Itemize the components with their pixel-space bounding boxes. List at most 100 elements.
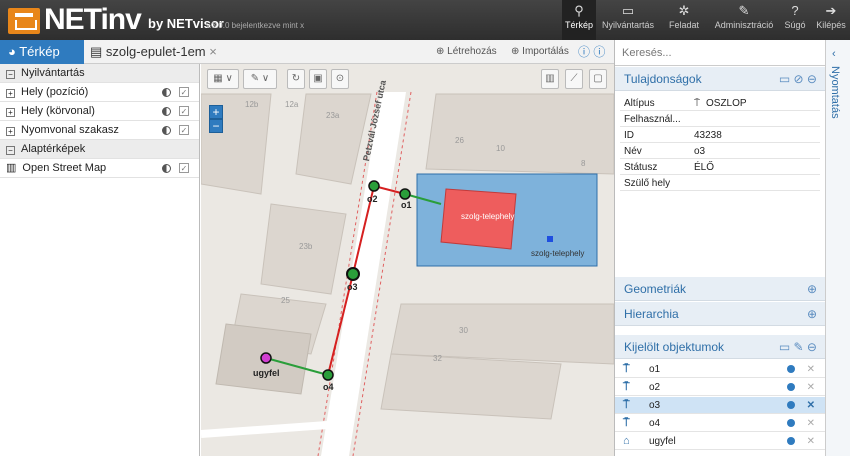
remove-icon[interactable]: ✕ bbox=[807, 379, 815, 396]
download-button[interactable]: ⊙ bbox=[331, 69, 349, 89]
import-button[interactable]: ⊕ Importálás bbox=[511, 40, 569, 64]
gear-icon: ✲ bbox=[678, 3, 690, 18]
layer-osm[interactable]: ▥ Open Street Map ✓ bbox=[0, 159, 199, 178]
selected-actions-icon[interactable]: ▭ ✎ ⊖ bbox=[779, 335, 817, 359]
locate-icon[interactable] bbox=[787, 401, 795, 409]
visibility-checkbox[interactable]: ✓ bbox=[179, 106, 189, 116]
properties-header[interactable]: Tulajdonságok ▭ ⊘ ⊖ bbox=[615, 67, 825, 91]
house-number: 25 bbox=[281, 296, 290, 305]
house-number: 8 bbox=[581, 159, 586, 168]
remove-icon[interactable]: ✕ bbox=[807, 361, 815, 378]
list-item[interactable]: ⍑ o2 ✕ bbox=[615, 379, 825, 396]
zoom-in-button[interactable]: + bbox=[209, 105, 223, 119]
visibility-checkbox[interactable]: ✓ bbox=[179, 163, 189, 173]
node-label-ugyfel: ugyfel bbox=[253, 368, 280, 378]
house-number: 30 bbox=[459, 326, 468, 335]
locate-icon[interactable] bbox=[787, 419, 795, 427]
building-tool-button[interactable]: ▥ bbox=[541, 69, 559, 89]
list-item-selected[interactable]: ⍑ o3 ✕ bbox=[615, 397, 825, 414]
node-o3 bbox=[346, 267, 360, 281]
pole-icon: ⍑ bbox=[623, 381, 630, 393]
building-label-blue: szolg-telephely bbox=[531, 249, 585, 258]
nav-terkep[interactable]: ⚲ Térkép bbox=[562, 0, 596, 40]
search-input[interactable]: Keresés... bbox=[615, 40, 825, 66]
hierarchy-header[interactable]: Hierarchia ⊕ bbox=[615, 302, 825, 326]
locate-icon[interactable] bbox=[787, 365, 795, 373]
pole-icon: ⍑ bbox=[694, 98, 700, 109]
visibility-checkbox[interactable]: ✓ bbox=[179, 125, 189, 135]
list-item[interactable]: ⌂ ugyfel ✕ bbox=[615, 433, 825, 450]
prop-row: Altípus ⍑ OSZLOP bbox=[620, 96, 820, 111]
prop-row: Státusz ÉLŐ bbox=[620, 160, 820, 175]
opacity-icon[interactable] bbox=[162, 107, 171, 116]
refresh-button[interactable]: ↻ bbox=[287, 69, 305, 89]
tab-bar: ◕ Térkép ▤ szolg-epulet-1em × ⊕ Létrehoz… bbox=[0, 40, 614, 64]
help-icon: ⓘ ⓘ bbox=[578, 45, 606, 59]
opacity-icon[interactable] bbox=[162, 126, 171, 135]
version-text: v.3.0.0 bejelentkezve mint x bbox=[206, 21, 305, 30]
nav-sugo[interactable]: ? Súgó bbox=[780, 0, 810, 40]
layer-group-nyilvantartas[interactable]: − Nyilvántartás bbox=[0, 64, 199, 83]
document-icon: ▤ bbox=[90, 44, 106, 59]
remove-icon[interactable]: ✕ bbox=[807, 397, 815, 414]
properties-actions-icon[interactable]: ▭ ⊘ ⊖ bbox=[779, 67, 817, 91]
home-icon: ⌂ bbox=[623, 435, 630, 447]
pole-icon: ⍑ bbox=[623, 417, 630, 429]
chevron-left-icon[interactable]: ‹ bbox=[832, 48, 836, 60]
add-icon[interactable]: ⊕ bbox=[807, 277, 817, 301]
opacity-icon[interactable] bbox=[162, 88, 171, 97]
add-icon[interactable]: ⊕ bbox=[807, 302, 817, 326]
wrench-icon: ✎ bbox=[738, 3, 750, 18]
pole-icon: ⍑ bbox=[623, 399, 630, 411]
plus-circle-icon: ⊕ bbox=[436, 46, 448, 57]
measure-button[interactable]: ⟋ bbox=[565, 69, 583, 89]
globe-icon: ◕ bbox=[8, 44, 20, 59]
opacity-icon[interactable] bbox=[162, 164, 171, 173]
camera-button[interactable]: ▣ bbox=[309, 69, 327, 89]
select-tool-button[interactable]: ✎ ∨ bbox=[243, 69, 277, 89]
geometries-header[interactable]: Geometriák ⊕ bbox=[615, 277, 825, 301]
list-item[interactable]: ⍑ o4 ✕ bbox=[615, 415, 825, 432]
remove-icon[interactable]: ✕ bbox=[807, 415, 815, 432]
expand-icon: + bbox=[6, 108, 15, 117]
collapse-icon: − bbox=[6, 70, 15, 79]
remove-icon[interactable]: ✕ bbox=[807, 433, 815, 450]
map-canvas bbox=[201, 64, 614, 456]
nav-adminisztracio[interactable]: ✎ Adminisztráció bbox=[710, 0, 778, 40]
layer-nyomvonal[interactable]: + Nyomvonal szakasz ✓ bbox=[0, 121, 199, 140]
create-button[interactable]: ⊕ Létrehozás bbox=[436, 40, 497, 64]
pole-icon: ⍑ bbox=[623, 363, 630, 375]
inbox-icon: ▭ bbox=[621, 3, 635, 18]
tab-terkep[interactable]: ◕ Térkép bbox=[0, 40, 84, 64]
layer-hely-pozicio[interactable]: + Hely (pozíció) ✓ bbox=[0, 83, 199, 102]
prop-row: ID 43238 bbox=[620, 128, 820, 143]
print-sidebar[interactable]: ‹ Nyomtatás bbox=[825, 40, 850, 456]
node-label-o2: o2 bbox=[367, 194, 378, 204]
tab-close-icon[interactable]: × bbox=[209, 44, 217, 59]
house-number: 12a bbox=[285, 100, 299, 109]
map-pin-icon: ⚲ bbox=[574, 3, 584, 18]
nav-feladat[interactable]: ✲ Feladat bbox=[663, 0, 705, 40]
list-item[interactable]: ⍑ o1 ✕ bbox=[615, 361, 825, 378]
layer-group-alapterkepek[interactable]: − Alaptérképek bbox=[0, 140, 199, 159]
map-view[interactable]: ▦ ∨ ✎ ∨ ↻ ▣ ⊙ ▥ ⟋ ▢ + − Petzvál József u… bbox=[201, 64, 614, 456]
top-bar: NETinv by NETvisor v.3.0.0 bejelentkezve… bbox=[0, 0, 850, 40]
help-icon: ? bbox=[791, 3, 799, 18]
visibility-checkbox[interactable]: ✓ bbox=[179, 87, 189, 97]
house-number: 23a bbox=[326, 111, 340, 120]
help-buttons[interactable]: ⓘ ⓘ bbox=[578, 40, 605, 64]
logout-icon: ➔ bbox=[825, 3, 837, 18]
nav-kilepes[interactable]: ➔ Kilépés bbox=[814, 0, 848, 40]
print-label: Nyomtatás bbox=[829, 66, 841, 119]
layer-hely-korvonal[interactable]: + Hely (körvonal) ✓ bbox=[0, 102, 199, 121]
fullscreen-button[interactable]: ▢ bbox=[589, 69, 607, 89]
zoom-out-button[interactable]: − bbox=[209, 119, 223, 133]
locate-icon[interactable] bbox=[787, 437, 795, 445]
locate-icon[interactable] bbox=[787, 383, 795, 391]
prop-row: Név o3 bbox=[620, 144, 820, 159]
nav-nyilvantartas[interactable]: ▭ Nyilvántartás bbox=[598, 0, 658, 40]
selected-objects-header[interactable]: Kijelölt objektumok ▭ ✎ ⊖ bbox=[615, 335, 825, 359]
layer-tool-button[interactable]: ▦ ∨ bbox=[207, 69, 239, 89]
node-ugyfel bbox=[260, 352, 272, 364]
tab-document[interactable]: ▤ szolg-epulet-1em × bbox=[90, 40, 217, 64]
